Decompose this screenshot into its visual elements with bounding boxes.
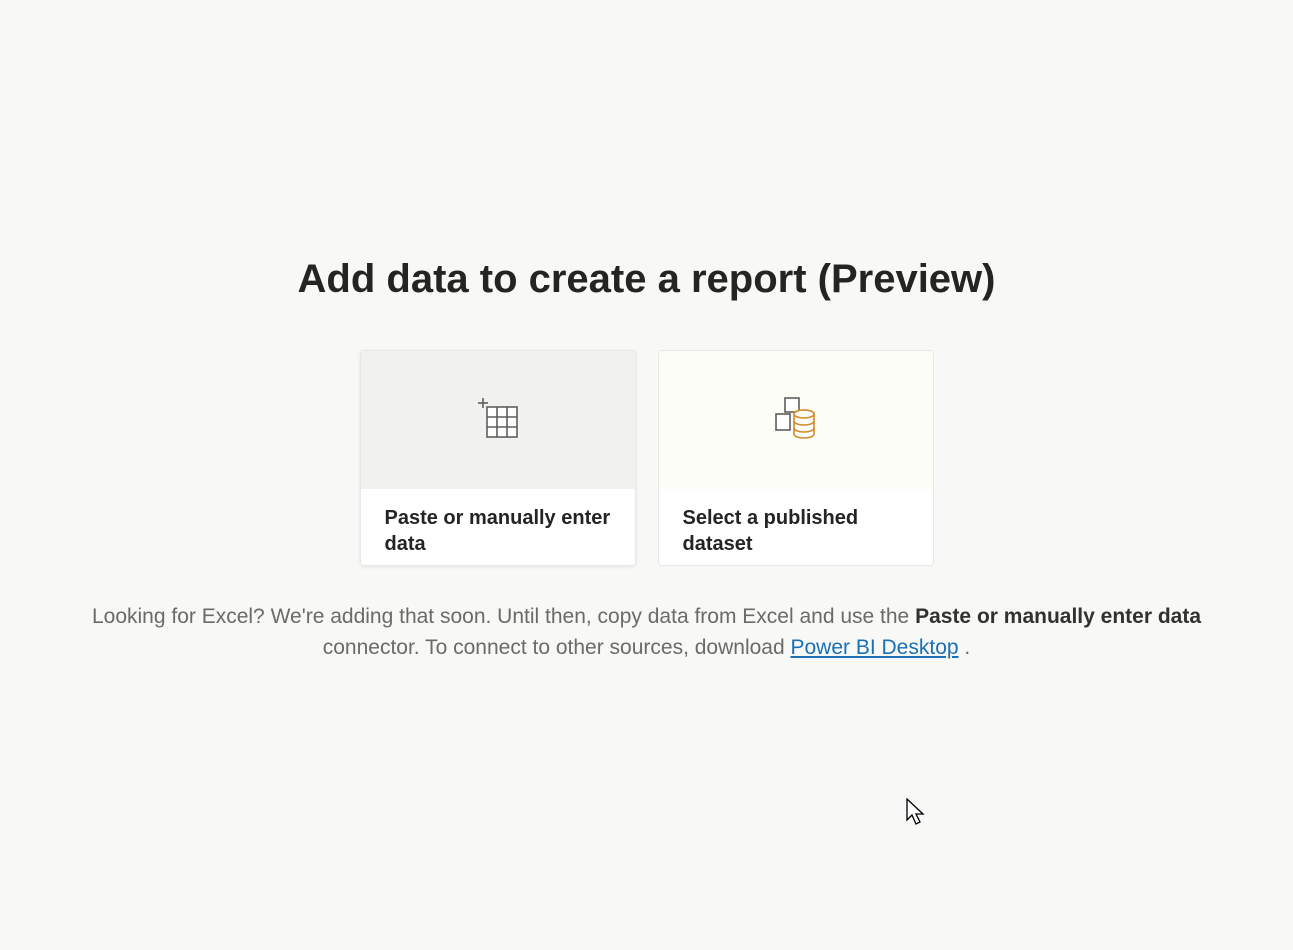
description-text: Looking for Excel? We're adding that soo…: [27, 602, 1267, 663]
paste-data-card[interactable]: Paste or manually enter data: [360, 350, 636, 566]
cursor-icon: [906, 798, 926, 826]
page-title: Add data to create a report (Preview): [298, 257, 996, 302]
select-dataset-label: Select a published dataset: [683, 505, 909, 557]
select-dataset-icon-area: [659, 351, 933, 489]
description-part2: connector. To connect to other sources, …: [323, 636, 791, 659]
add-data-panel: Add data to create a report (Preview): [0, 257, 1293, 663]
power-bi-desktop-link[interactable]: Power BI Desktop: [790, 636, 958, 659]
paste-data-icon-area: [361, 351, 635, 489]
paste-data-label: Paste or manually enter data: [385, 505, 611, 557]
table-plus-icon: [475, 395, 521, 446]
description-bold: Paste or manually enter data: [915, 605, 1201, 628]
select-dataset-card[interactable]: Select a published dataset: [658, 350, 934, 566]
cards-row: Paste or manually enter data: [360, 350, 934, 566]
description-part3: .: [964, 636, 970, 659]
description-part1: Looking for Excel? We're adding that soo…: [92, 605, 915, 628]
dataset-icon: [770, 392, 822, 449]
